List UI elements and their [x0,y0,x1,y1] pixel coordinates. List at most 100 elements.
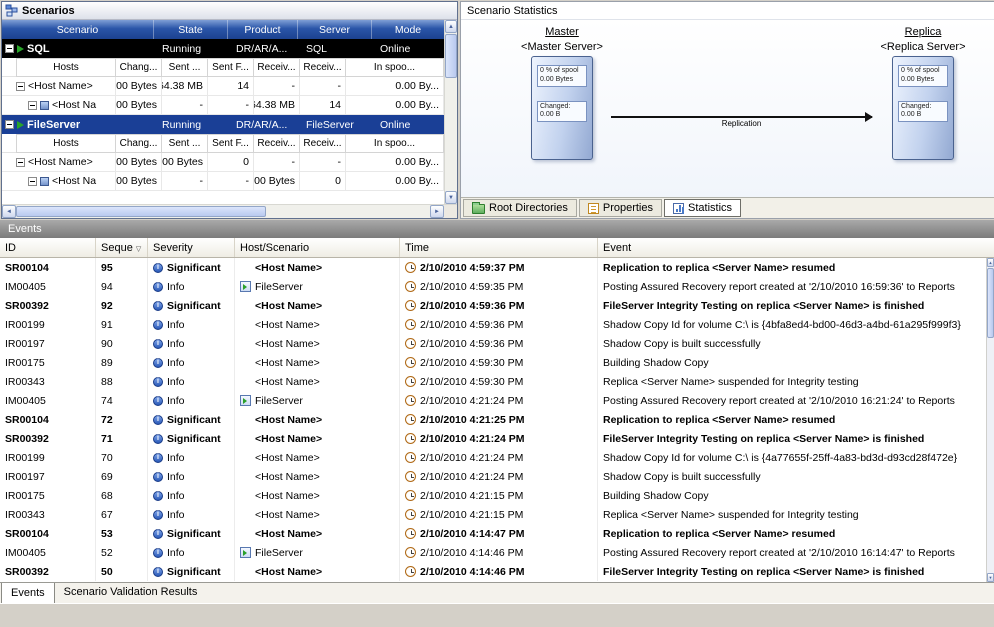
scrollbar-track[interactable] [445,79,457,191]
master-label: Master [545,26,579,38]
scrollbar-thumb[interactable] [16,206,266,217]
collapse-icon[interactable] [16,82,25,91]
tab-root-directories[interactable]: Root Directories [463,199,577,217]
col-sequence[interactable]: Seque [96,238,148,257]
scroll-up-icon[interactable] [987,258,994,267]
collapse-icon[interactable] [28,177,37,186]
event-row[interactable]: IM00405 74 Info FileServer 2/10/2010 4:2… [0,391,994,410]
scenarios-vertical-scrollbar[interactable] [444,20,457,204]
scroll-right-icon[interactable] [430,205,444,218]
time-text: 2/10/2010 4:59:36 PM [420,300,525,312]
col-id[interactable]: ID [0,238,96,257]
event-row[interactable]: IR00197 69 Info <Host Name> 2/10/2010 4:… [0,467,994,486]
event-text: Shadow Copy Id for volume C:\ is {4a7765… [598,448,994,467]
host-row[interactable]: <Host Na 0.00 Bytes - - 64.38 MB 14 0.00… [2,96,444,115]
master-changed-box: Changed: 0.00 B [537,101,587,123]
col-in-spool[interactable]: In spoo... [346,134,444,153]
scenario-product: DR/AR/A... [228,119,298,131]
master-spool-box: 0 % of spool 0.00 Bytes [537,65,587,87]
event-time: 2/10/2010 4:59:37 PM [400,258,598,277]
tab-statistics[interactable]: Statistics [664,199,741,217]
event-severity: Info [148,448,235,467]
host-received-files: - [300,77,346,96]
col-severity[interactable]: Severity [148,238,235,257]
event-row[interactable]: SR00392 71 Significant <Host Name> 2/10/… [0,429,994,448]
host-row[interactable]: <Host Na 0.00 Bytes - - 0.00 Bytes 0 0.0… [2,172,444,191]
event-row[interactable]: SR00392 92 Significant <Host Name> 2/10/… [0,296,994,315]
col-sent[interactable]: Sent ... [162,134,208,153]
event-row[interactable]: SR00104 53 Significant <Host Name> 2/10/… [0,524,994,543]
col-changed[interactable]: Chang... [116,58,162,77]
collapse-icon[interactable] [16,158,25,167]
col-time[interactable]: Time [400,238,598,257]
col-sent-files[interactable]: Sent F... [208,134,254,153]
host-row[interactable]: <Host Name> 0.00 Bytes 64.38 MB 14 - - 0… [2,77,444,96]
scenario-row[interactable]: SQL Running DR/AR/A... SQL Online [2,39,444,58]
collapse-icon[interactable] [28,101,37,110]
host-text: FileServer [255,281,303,293]
severity-info-icon [153,415,163,425]
event-row[interactable]: IR00343 88 Info <Host Name> 2/10/2010 4:… [0,372,994,391]
scenario-icon [240,395,251,406]
event-row[interactable]: IR00199 91 Info <Host Name> 2/10/2010 4:… [0,315,994,334]
scroll-up-icon[interactable] [445,20,457,33]
col-received-files[interactable]: Receiv... [300,134,346,153]
col-changed[interactable]: Chang... [116,134,162,153]
event-row[interactable]: SR00104 72 Significant <Host Name> 2/10/… [0,410,994,429]
bottom-tab-strip: Events Scenario Validation Results [0,582,994,603]
changed-label: Changed: [901,103,945,112]
event-row[interactable]: SR00392 50 Significant <Host Name> 2/10/… [0,562,994,581]
event-row[interactable]: IM00405 94 Info FileServer 2/10/2010 4:5… [0,277,994,296]
scrollbar-track[interactable] [987,339,994,573]
col-sent-files[interactable]: Sent F... [208,58,254,77]
host-text: <Host Name> [255,319,320,331]
scenario-statistics-panel: Scenario Statistics Master <Master Serve… [460,1,994,219]
scrollbar-thumb[interactable] [445,34,457,78]
col-hosts[interactable]: Hosts [16,134,116,153]
event-time: 2/10/2010 4:21:15 PM [400,505,598,524]
event-row[interactable]: IR00197 90 Info <Host Name> 2/10/2010 4:… [0,334,994,353]
event-row[interactable]: IR00175 89 Info <Host Name> 2/10/2010 4:… [0,353,994,372]
scroll-down-icon[interactable] [445,191,457,204]
col-in-spool[interactable]: In spoo... [346,58,444,77]
severity-info-icon [153,453,163,463]
col-event[interactable]: Event [598,238,994,257]
col-received[interactable]: Receiv... [254,58,300,77]
master-node: Master <Master Server> 0 % of spool 0.00… [497,26,627,160]
scrollbar-track[interactable] [266,205,430,218]
scroll-down-icon[interactable] [987,573,994,582]
tab-properties[interactable]: Properties [579,199,662,217]
host-sent-files: 14 [208,77,254,96]
event-row[interactable]: IR00199 70 Info <Host Name> 2/10/2010 4:… [0,448,994,467]
scrollbar-thumb[interactable] [987,268,994,338]
scroll-left-icon[interactable] [2,205,16,218]
col-host-scenario[interactable]: Host/Scenario [235,238,400,257]
col-product[interactable]: Product [228,20,298,39]
col-scenario[interactable]: Scenario [2,20,154,39]
collapse-icon[interactable] [5,44,14,53]
event-row[interactable]: IR00343 67 Info <Host Name> 2/10/2010 4:… [0,505,994,524]
running-icon [17,121,24,129]
col-sent[interactable]: Sent ... [162,58,208,77]
col-received[interactable]: Receiv... [254,134,300,153]
col-received-files[interactable]: Receiv... [300,58,346,77]
host-row[interactable]: <Host Name> 0.00 Bytes 0.00 Bytes 0 - - … [2,153,444,172]
col-server[interactable]: Server [298,20,372,39]
time-text: 2/10/2010 4:21:25 PM [420,414,525,426]
event-row[interactable]: IM00405 52 Info FileServer 2/10/2010 4:1… [0,543,994,562]
event-row[interactable]: SR00104 95 Significant <Host Name> 2/10/… [0,258,994,277]
collapse-icon[interactable] [5,120,14,129]
tab-events[interactable]: Events [1,583,55,604]
scenarios-horizontal-scrollbar[interactable] [2,205,444,218]
severity-info-icon [153,377,163,387]
tab-scenario-validation-results[interactable]: Scenario Validation Results [55,583,207,602]
col-state[interactable]: State [154,20,228,39]
event-row[interactable]: IR00175 68 Info <Host Name> 2/10/2010 4:… [0,486,994,505]
col-mode[interactable]: Mode [372,20,444,39]
event-severity: Info [148,467,235,486]
col-hosts[interactable]: Hosts [16,58,116,77]
scenario-row[interactable]: FileServer Running DR/AR/A... FileServer… [2,115,444,134]
events-vertical-scrollbar[interactable] [986,258,994,582]
host-cell: <Host Name> [2,153,116,172]
time-text: 2/10/2010 4:59:37 PM [420,262,525,274]
